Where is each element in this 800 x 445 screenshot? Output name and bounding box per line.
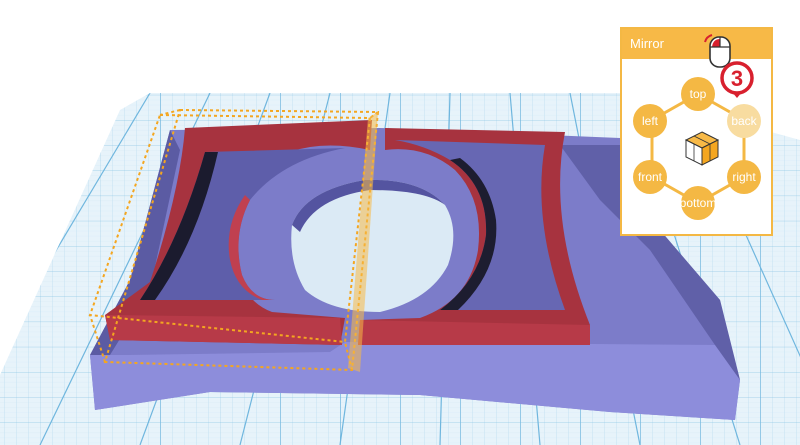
step-number: 3	[730, 66, 744, 91]
mirror-top-button[interactable]: top	[681, 77, 715, 111]
mirror-bottom-button[interactable]: bottom	[680, 186, 716, 220]
mirror-left-button[interactable]: left	[633, 104, 667, 138]
mirror-panel: Mirror top left back front right bottom	[620, 27, 773, 236]
cube-orientation-icon	[684, 131, 720, 166]
mirror-front-button[interactable]: front	[633, 160, 667, 194]
mirror-back-button[interactable]: back	[727, 104, 761, 138]
mirror-right-button[interactable]: right	[727, 160, 761, 194]
